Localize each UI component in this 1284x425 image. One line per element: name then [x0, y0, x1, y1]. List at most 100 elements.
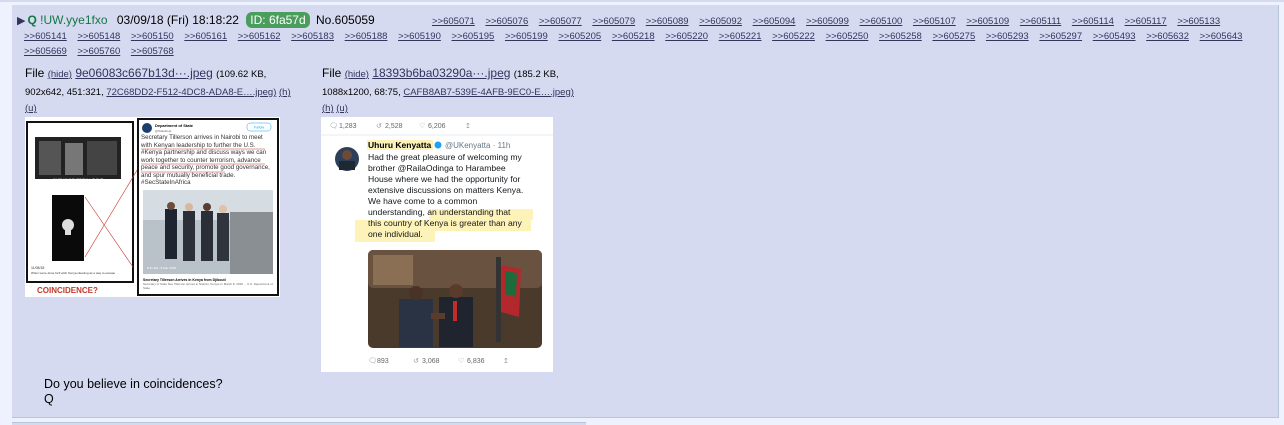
follow-button-label: Follow	[254, 126, 265, 130]
photo-meta: 8:31 AM - 8 Mar 2018	[147, 266, 176, 270]
image-thumbnail-2[interactable]: 🗨 1,283 ↺ 2,528 ♡ 6,206 ↥ Uhuru Kenyatta…	[321, 117, 553, 372]
post-comment: Do you believe in coincidences? Q	[44, 377, 223, 407]
image-thumbnail-1[interactable]: WHEN IN DOUBT PULL IT OUT YOU WERE NEVER…	[25, 117, 280, 297]
reply-link[interactable]: >>605669	[24, 46, 67, 57]
reply-link[interactable]: >>605218	[612, 31, 655, 42]
top-replies-count: 1,283	[339, 123, 357, 130]
file-name-link[interactable]: 18393b6ba03290a···.jpeg	[372, 66, 510, 80]
hide-file-link[interactable]: (hide)	[345, 69, 369, 80]
bottom-retweets-count: 3,068	[422, 358, 440, 365]
bottom-replies-count: 893	[377, 358, 389, 365]
retweet-icon: ↺	[413, 357, 419, 365]
reply-link[interactable]: >>605094	[753, 16, 796, 27]
reply-icon: 🗨	[368, 357, 377, 365]
reply-link[interactable]: >>605162	[238, 31, 281, 42]
share-icon: ↥	[503, 357, 509, 365]
tweet-line-3: House where we had the opportunity for	[368, 174, 521, 184]
state-handle: @StateDept	[155, 129, 172, 133]
file-size: (109.62 KB,	[216, 69, 267, 80]
reply-link[interactable]: >>605114	[1072, 16, 1114, 27]
reply-link[interactable]: >>605632	[1146, 31, 1189, 42]
tweet-line-7: this country of Kenya is greater than an…	[368, 218, 523, 228]
reply-link[interactable]: >>605250	[826, 31, 869, 42]
tweet-line-6: understanding, an understanding that	[368, 207, 511, 217]
tweet-screenshot-image: 🗨 1,283 ↺ 2,528 ♡ 6,206 ↥ Uhuru Kenyatta…	[321, 117, 553, 372]
reply-link[interactable]: >>605188	[345, 31, 388, 42]
original-file-name-link[interactable]: 72C68DD2-F512-4DC8-ADA8-E….jpeg)	[106, 87, 276, 98]
reply-link[interactable]: >>605293	[986, 31, 1029, 42]
reply-link[interactable]: >>605258	[879, 31, 922, 42]
reply-link[interactable]: >>605099	[806, 16, 849, 27]
reply-link[interactable]: >>605199	[505, 31, 548, 42]
hide-file-link[interactable]: (hide)	[48, 69, 72, 80]
tweet-line-5: We have come to a common	[368, 196, 477, 206]
file-unique-link[interactable]: (u)	[336, 103, 348, 114]
reply-link[interactable]: >>605195	[452, 31, 495, 42]
reply-icon: 🗨	[329, 122, 338, 130]
reply-link[interactable]: >>605109	[966, 16, 1009, 27]
comment-signature: Q	[44, 392, 54, 406]
file-dimensions: 902x642, 451:321,	[25, 87, 104, 98]
like-icon: ♡	[419, 122, 425, 130]
tweet-line-1: Had the great pleasure of welcoming my	[368, 152, 523, 162]
reply-link[interactable]: >>605107	[913, 16, 956, 27]
file-label: File	[25, 66, 45, 80]
reply-link[interactable]: >>605133	[1177, 16, 1220, 27]
reply-link[interactable]: >>605760	[77, 46, 120, 57]
file-hash-link[interactable]: (h)	[322, 103, 334, 114]
collage-image: WHEN IN DOUBT PULL IT OUT YOU WERE NEVER…	[25, 117, 280, 297]
retweet-icon: ↺	[376, 122, 382, 130]
reply-link[interactable]: >>605117	[1125, 16, 1167, 27]
reply-link[interactable]: >>605221	[719, 31, 762, 42]
original-file-name-link[interactable]: CAFB8AB7-539E-4AFB-9EC0-E….jpeg)	[403, 87, 574, 98]
reply-link[interactable]: >>605297	[1039, 31, 1082, 42]
reply-link[interactable]: >>605141	[24, 31, 67, 42]
file-size: (185.2 KB,	[513, 69, 559, 80]
file-unique-link[interactable]: (u)	[25, 103, 37, 114]
reply-link[interactable]: >>605190	[398, 31, 441, 42]
small-text-left-1: 11/08/18	[31, 266, 44, 270]
reply-link[interactable]: >>605205	[558, 31, 601, 42]
share-icon: ↥	[465, 122, 471, 130]
tweet-line-4: extensive discussions on matters Kenya.	[368, 185, 523, 195]
file-label: File	[322, 66, 342, 80]
reply-link[interactable]: >>605089	[646, 16, 689, 27]
coincidence-label: COINCIDENCE?	[37, 286, 98, 295]
reply-link[interactable]: >>605161	[184, 31, 227, 42]
file-info-1: File (hide) 9e06083c667b13d···.jpeg (109…	[25, 64, 291, 116]
top-retweets-count: 2,528	[385, 123, 403, 130]
tweet-line-8: one individual.	[368, 229, 423, 239]
tweet-line-2: brother @RailaOdinga to Harambee	[368, 163, 506, 173]
article-title: Secretary Tillerson Arrives in Kenya fro…	[143, 278, 226, 282]
file-name-link[interactable]: 9e06083c667b13d···.jpeg	[75, 66, 212, 80]
reply-link[interactable]: >>605275	[932, 31, 975, 42]
reply-link[interactable]: >>605100	[860, 16, 903, 27]
reply-link[interactable]: >>605643	[1200, 31, 1243, 42]
bottom-likes-count: 6,836	[467, 358, 485, 365]
reply-link[interactable]: >>605493	[1093, 31, 1136, 42]
small-text-left-2: When we're done he'll wish Kenya cleanin…	[31, 271, 115, 275]
post-container: ▶ Q !UW.yye1fxo 03/09/18 (Fri) 18:18:22 I…	[12, 5, 1279, 418]
comment-line: Do you believe in coincidences?	[44, 377, 223, 391]
tweet-author-handle: @UKenyatta · 11h	[445, 141, 510, 150]
reply-link[interactable]: >>605077	[539, 16, 582, 27]
reply-links: >>605071 >>605076 >>605077 >>605079 >>60…	[24, 14, 1274, 59]
file-hash-link[interactable]: (h)	[279, 87, 291, 98]
state-tweet-text: Secretary Tillerson arrives in Nairobi t…	[141, 134, 270, 186]
reply-link[interactable]: >>605222	[772, 31, 815, 42]
reply-link[interactable]: >>605220	[665, 31, 708, 42]
reply-link[interactable]: >>605092	[699, 16, 742, 27]
caption-line-2: YOU WERE NEVER EVEN HERE	[51, 182, 105, 186]
reply-link[interactable]: >>605071	[432, 16, 475, 27]
file-info-2: File (hide) 18393b6ba03290a···.jpeg (185…	[322, 64, 574, 116]
reply-link[interactable]: >>605150	[131, 31, 174, 42]
reply-link[interactable]: >>605148	[77, 31, 120, 42]
top-divider	[0, 0, 1284, 2]
reply-link[interactable]: >>605076	[485, 16, 528, 27]
tweet-author-name: Uhuru Kenyatta	[368, 140, 432, 150]
reply-link[interactable]: >>605183	[291, 31, 334, 42]
reply-link[interactable]: >>605079	[592, 16, 635, 27]
reply-link[interactable]: >>605768	[131, 46, 174, 57]
reply-link[interactable]: >>605111	[1020, 16, 1061, 27]
article-subtitle: Secretary of State Rex Tillerson arrives…	[143, 283, 273, 290]
